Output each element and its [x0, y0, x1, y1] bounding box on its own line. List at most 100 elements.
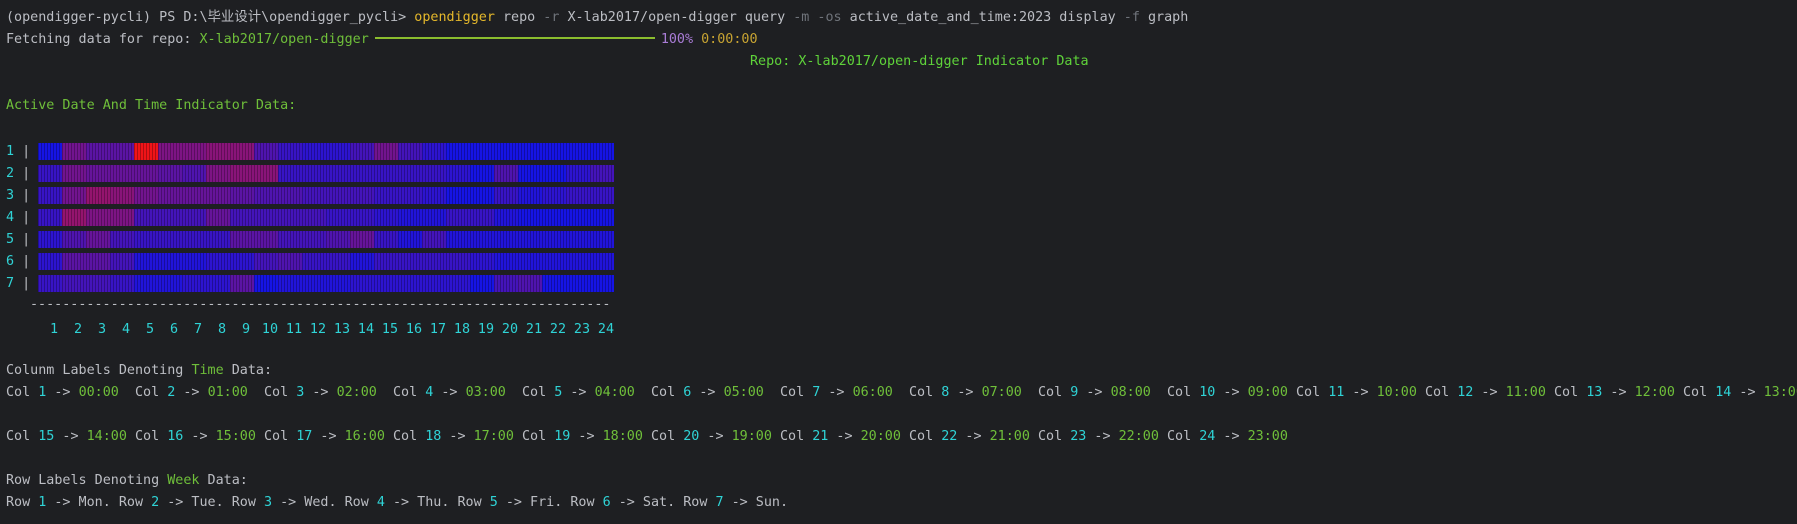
column-number: 7 — [193, 322, 202, 337]
heatmap-cell — [278, 209, 302, 226]
row-legend-suffix: Data: — [199, 473, 248, 488]
col-legend-arrow: -> — [820, 385, 853, 400]
column-number: 6 — [169, 322, 178, 337]
heatmap-cell — [494, 231, 518, 248]
column-number: 17 — [429, 322, 447, 337]
col-legend-arrow: -> — [1215, 385, 1248, 400]
col-legend-prefix: Col — [1150, 385, 1200, 400]
heatmap-cell — [350, 143, 374, 160]
heatmap-cell — [542, 253, 566, 270]
heatmap-cell — [590, 187, 614, 204]
col-legend-arrow: -> — [183, 429, 216, 444]
row-legend-prefix: Row — [336, 495, 377, 510]
row-separator: | — [14, 276, 31, 291]
heatmap-cell — [158, 275, 182, 292]
cmd-format-arg: graph — [1147, 10, 1189, 25]
heatmap-cell — [566, 209, 590, 226]
heatmap-row-label: 6 | — [6, 251, 30, 273]
heatmap-cell — [494, 187, 518, 204]
heatmap-cell — [206, 187, 230, 204]
heatmap-cell — [278, 275, 302, 292]
column-number: 16 — [405, 322, 423, 337]
heatmap-cell — [326, 231, 350, 248]
heatmap-cell — [374, 231, 398, 248]
heatmap-cell — [134, 165, 158, 182]
heatmap-cell — [278, 253, 302, 270]
heatmap-cell — [206, 275, 230, 292]
row-number: 4 — [6, 210, 15, 225]
heatmap-cell — [254, 165, 278, 182]
col-legend-time: 18:00 — [602, 429, 643, 444]
column-legend-line-1: Col 1 -> 00:00 Col 2 -> 01:00 Col 3 -> 0… — [6, 382, 1797, 404]
heatmap-cell — [542, 187, 566, 204]
col-legend-time: 14:00 — [86, 429, 127, 444]
column-number: 14 — [357, 322, 375, 337]
col-legend-number: 21 — [812, 429, 829, 444]
heatmap-cell — [110, 209, 134, 226]
heatmap-cell — [326, 253, 350, 270]
col-legend-arrow: -> — [949, 385, 982, 400]
heatmap-cell — [470, 187, 494, 204]
heatmap-cell — [398, 143, 422, 160]
row-legend-day: -> Tue. — [159, 495, 224, 510]
col-legend-prefix: Col — [1674, 385, 1716, 400]
heatmap-row-label: 7 | — [6, 273, 30, 295]
heatmap-cell — [494, 253, 518, 270]
col-legend-time: 23:00 — [1247, 429, 1288, 444]
col-legend-prefix: Col — [126, 429, 168, 444]
col-legend-prefix: Col — [247, 385, 297, 400]
row-number: 3 — [6, 188, 15, 203]
col-legend-prefix: Col — [384, 429, 426, 444]
heatmap-cell — [590, 209, 614, 226]
col-legend-arrow: -> — [304, 385, 337, 400]
heatmap-cell — [350, 165, 374, 182]
heatmap-cell — [62, 275, 86, 292]
col-legend-prefix: Col — [1545, 385, 1587, 400]
cmd-repo-sub: repo — [502, 10, 536, 25]
heatmap-cell — [350, 231, 374, 248]
col-legend-arrow: -> — [957, 429, 990, 444]
row-separator: | — [14, 166, 31, 181]
col-legend-number: 16 — [167, 429, 184, 444]
heatmap-cell — [134, 209, 158, 226]
heatmap-cell — [230, 187, 254, 204]
heatmap-cell — [326, 187, 350, 204]
row-legend-prefix: Row Labels Denoting — [6, 473, 168, 488]
row-legend-number: 4 — [376, 495, 385, 510]
row-legend-title: Row Labels Denoting Week Data: — [6, 470, 248, 492]
terminal-window[interactable]: (opendigger-pycli) PS D:\毕业设计\opendigger… — [0, 0, 1797, 524]
heatmap-cell — [254, 209, 278, 226]
row-legend-day: -> Mon. — [46, 495, 111, 510]
heatmap-cell — [422, 231, 446, 248]
col-legend-prefix: Col — [255, 429, 297, 444]
heatmap-cell — [302, 143, 326, 160]
heatmap-cell — [230, 275, 254, 292]
col-legend-prefix: Col — [1416, 385, 1458, 400]
cmd-query-sub: query — [744, 10, 786, 25]
heatmap-cell — [86, 143, 110, 160]
heatmap-cell — [278, 231, 302, 248]
heatmap-cell — [542, 231, 566, 248]
heatmap-cell — [62, 143, 86, 160]
col-legend-time: 19:00 — [731, 429, 772, 444]
col-legend-arrow: -> — [1086, 429, 1119, 444]
col-legend-arrow: -> — [441, 429, 474, 444]
heatmap-cell — [38, 253, 62, 270]
col-legend-prefix: Col — [513, 429, 555, 444]
heatmap-cell — [230, 231, 254, 248]
col-legend-arrow: -> — [46, 385, 79, 400]
heatmap-row-label: 1 | — [6, 141, 30, 163]
section-title: Active Date And Time Indicator Data: — [6, 98, 297, 113]
col-legend-arrow: -> — [570, 429, 603, 444]
col-legend-time: 12:00 — [1634, 385, 1675, 400]
heatmap-cell — [86, 275, 110, 292]
indicator-header-title: Repo: X-lab2017/open-digger Indicator Da… — [750, 54, 1089, 69]
heatmap-cell — [134, 275, 158, 292]
column-number: 3 — [97, 322, 106, 337]
heatmap-cell — [374, 275, 398, 292]
heatmap-cell — [518, 275, 542, 292]
col-legend-time: 04:00 — [594, 385, 635, 400]
column-number: 20 — [501, 322, 519, 337]
column-number: 4 — [121, 322, 130, 337]
heatmap-cell — [62, 187, 86, 204]
